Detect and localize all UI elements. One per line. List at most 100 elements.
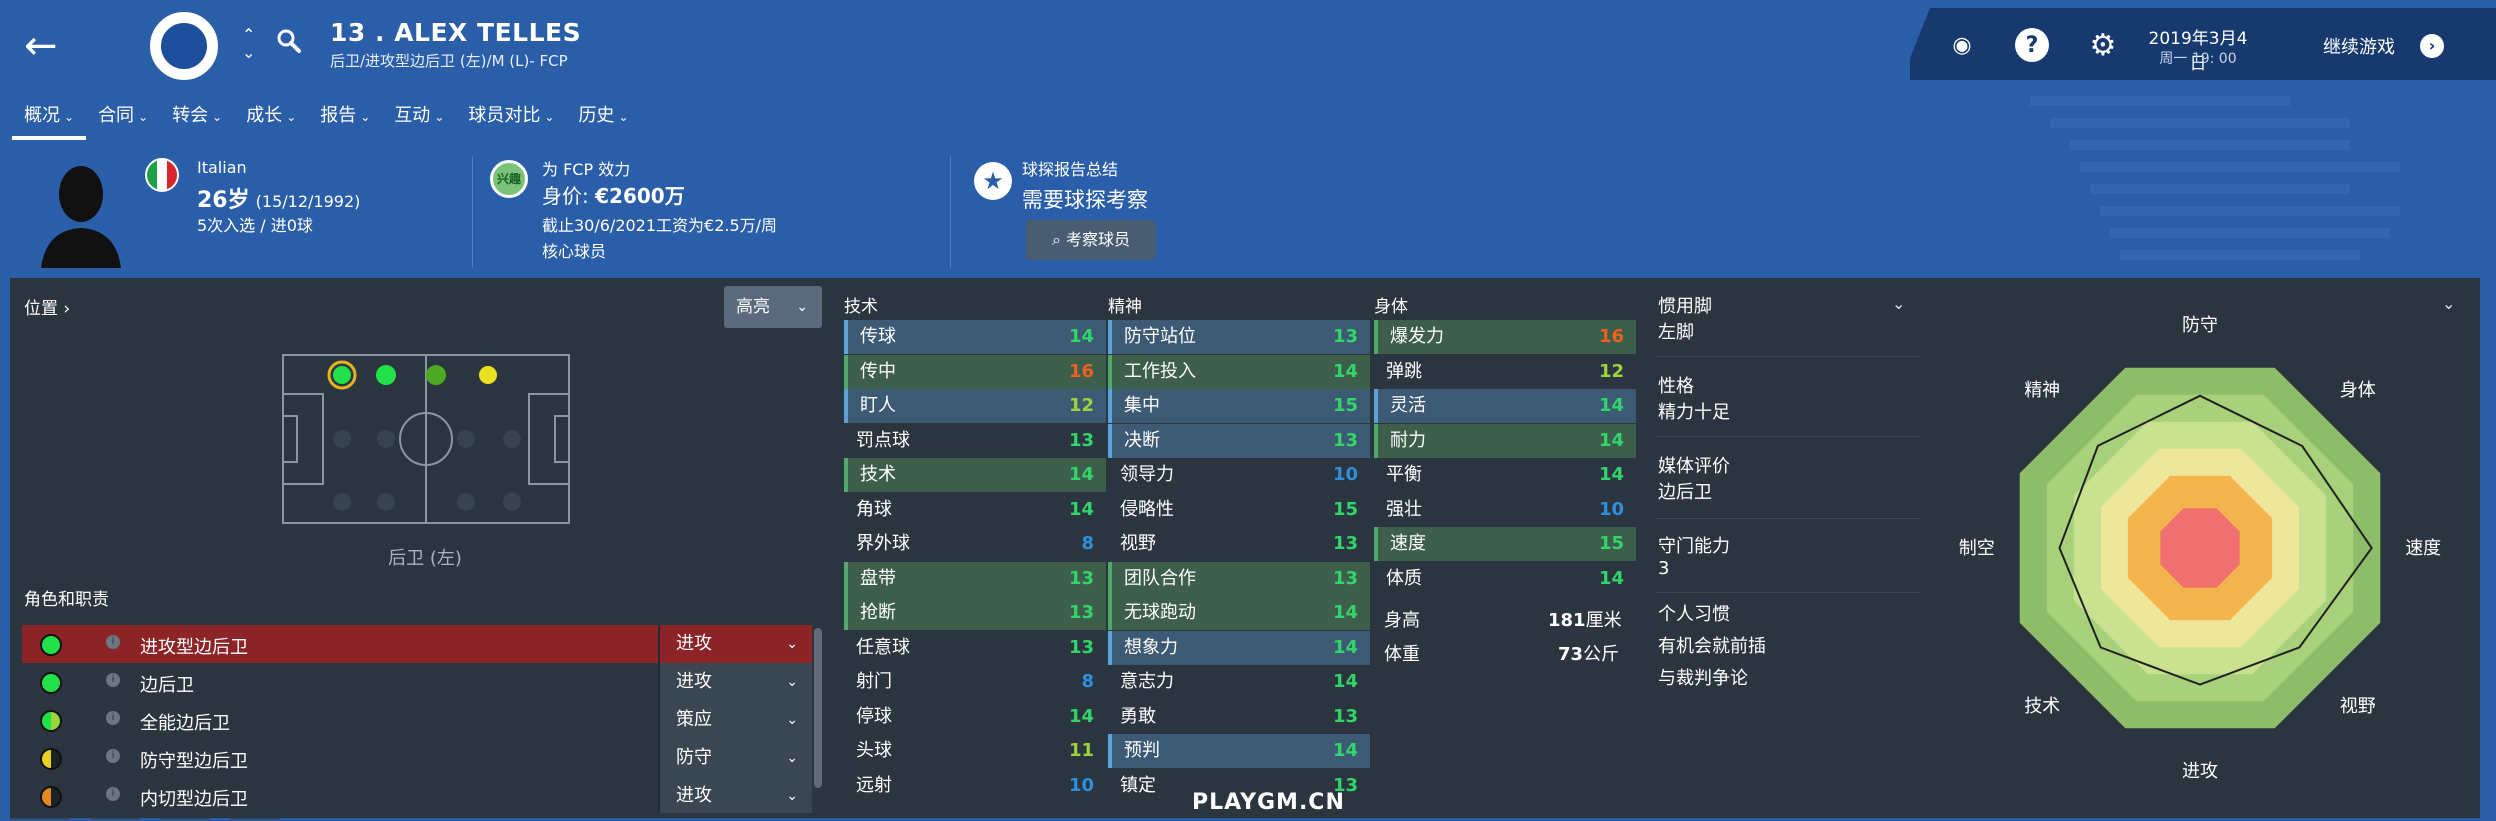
duty-dropdown[interactable]: 防守 ⌄ [658,739,812,777]
attribute-value: 14 [1332,740,1358,761]
club-interest-icon: 兴趣 [490,160,528,198]
radar-ring [2160,508,2240,588]
tab-reports[interactable]: 报告 ⌄ [308,104,382,140]
role-row[interactable]: i 全能边后卫 策应 ⌄ [22,701,812,739]
chevron-down-icon[interactable]: ⌄ [1892,294,1905,313]
role-row[interactable]: i 防守型边后卫 防守 ⌄ [22,739,812,777]
position-pitch [282,354,570,524]
attribute-row: 抢断 13 [844,596,1106,630]
tab-overview[interactable]: 概况 ⌄ [12,104,87,140]
attribute-value: 14 [1068,705,1094,727]
personality-label: 性格 [1658,376,1694,397]
tab-interaction[interactable]: 互动 ⌄ [382,104,456,140]
role-row[interactable]: i 边后卫 进攻 ⌄ [22,663,812,701]
physical-title: 身体 [1374,297,1408,317]
attribute-row: 速度 15 [1374,527,1636,561]
attribute-row: 集中 15 [1108,389,1370,423]
international-caps: 5次入选 / 进0球 [197,216,313,235]
radar-axis-label: 身体 [2340,380,2376,401]
scout-need-text: 需要球探考察 [1022,188,1148,212]
position-section-label[interactable]: 位置 › [24,294,70,319]
attribute-value: 14 [1332,636,1358,658]
scout-player-button[interactable]: ⌕ 考察球员 [1026,220,1156,260]
attribute-row: 预判 14 [1108,734,1370,768]
attribute-value: 12 [1068,395,1094,416]
tab-development[interactable]: 成长 ⌄ [234,104,308,140]
attribute-value: 10 [1068,774,1094,796]
attribute-row: 角球 14 [844,493,1106,527]
attribute-name: 罚点球 [856,429,910,451]
globe-icon[interactable]: ◉ [1945,28,1979,62]
duty-dropdown[interactable]: 进攻 ⌄ [658,625,812,663]
attribute-name: 弹跳 [1386,360,1422,382]
next-prev-player-icon[interactable]: ⌃ ⌄ [242,26,255,62]
continue-button[interactable]: 继续游戏 [2323,33,2395,59]
roles-title: 角色和职责 [24,590,109,610]
tab-transfer[interactable]: 转会 ⌄ [160,104,234,140]
attribute-name: 体质 [1386,567,1422,589]
media-label: 媒体评价 [1658,456,1730,477]
search-icon[interactable] [276,28,302,54]
attribute-row: 技术 14 [844,458,1106,492]
media-value: 边后卫 [1658,482,1712,503]
attribute-value: 8 [1081,671,1094,692]
radar-axis-label: 速度 [2405,538,2441,559]
role-suitability-icon [40,748,62,770]
radar-axis-label: 技术 [2024,696,2060,717]
role-row[interactable]: i 内切型边后卫 进攻 ⌄ [22,777,812,813]
duty-dropdown[interactable]: 进攻 ⌄ [658,663,812,701]
info-icon[interactable]: i [106,673,120,687]
chevron-down-icon: ⌄ [786,674,798,690]
info-icon[interactable]: i [106,749,120,763]
role-suitability-icon [40,786,62,808]
tab-history[interactable]: 历史 ⌄ [566,104,640,140]
attribute-name: 集中 [1124,395,1160,416]
duty-dropdown[interactable]: 进攻 ⌄ [658,777,812,813]
attribute-row: 界外球 8 [844,527,1106,561]
attribute-name: 技术 [860,464,896,485]
role-row[interactable]: i 进攻型边后卫 进攻 ⌄ [22,625,812,663]
scout-report-title: 球探报告总结 [1022,160,1119,179]
attribute-name: 工作投入 [1124,360,1196,382]
tab-compare[interactable]: 球员对比 ⌄ [456,104,566,140]
continue-arrow-icon[interactable]: › [2420,34,2444,58]
attribute-row: 领导力 10 [1108,458,1370,492]
attribute-value: 13 [1068,567,1094,589]
radar-axis-label: 防守 [2182,315,2218,336]
attribute-name: 远射 [856,774,892,796]
attribute-row: 意志力 14 [1108,665,1370,699]
attribute-value: 13 [1068,636,1094,658]
club-badge-icon[interactable] [150,12,218,80]
attribute-row: 无球跑动 14 [1108,596,1370,630]
role-suitability-icon [40,672,62,694]
attribute-value: 15 [1332,498,1358,520]
attribute-row: 弹跳 12 [1374,355,1636,389]
info-icon[interactable]: i [106,711,120,725]
help-icon[interactable]: ? [2015,28,2049,62]
info-icon[interactable]: i [106,787,120,801]
attribute-value: 16 [1598,326,1624,347]
technical-title: 技术 [844,297,878,317]
attribute-value: 15 [1598,533,1624,554]
back-arrow-icon[interactable]: ← [24,26,58,66]
attribute-value: 14 [1598,464,1624,485]
tab-contract[interactable]: 合同 ⌄ [86,104,160,140]
attribute-name: 速度 [1390,533,1426,554]
roles-scrollbar[interactable] [814,628,822,788]
attribute-name: 射门 [856,671,892,692]
gk-ability-label: 守门能力 [1658,536,1730,557]
attribute-name: 防守站位 [1124,326,1196,347]
info-icon[interactable]: i [106,635,120,649]
attribute-name: 爆发力 [1390,326,1444,347]
personality-value: 精力十足 [1658,402,1730,423]
attribute-row: 防守站位 13 [1108,320,1370,354]
duty-dropdown[interactable]: 策应 ⌄ [658,701,812,739]
attribute-row: 停球 14 [844,700,1106,734]
gear-icon[interactable]: ⚙ [2086,28,2120,63]
highlight-dropdown[interactable]: 高亮 ⌄ [724,286,822,328]
attribute-row: 任意球 13 [844,631,1106,665]
search-icon: ⌕ [1051,230,1067,249]
radar-axis-label: 视野 [2340,696,2376,717]
nationality-flag-icon [145,158,179,192]
height-value: 181厘米 [1548,610,1622,631]
